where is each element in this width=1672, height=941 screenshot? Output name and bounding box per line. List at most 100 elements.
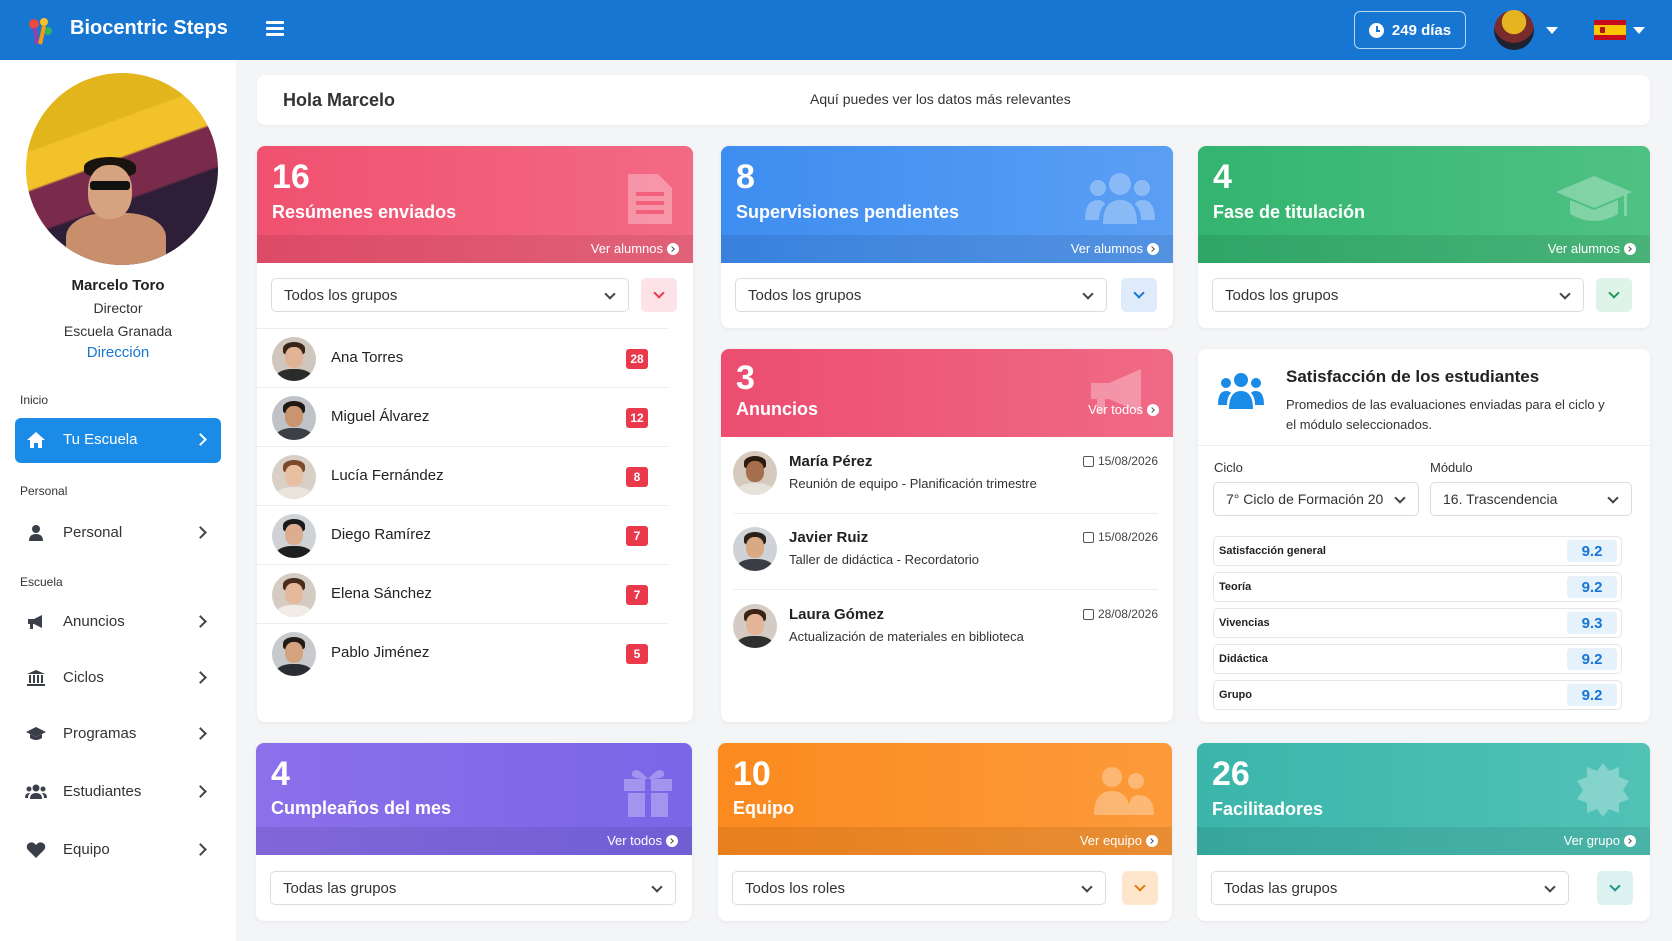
summaries-expand-button[interactable]: [641, 278, 677, 312]
announcement-date-value: 28/08/2026: [1097, 607, 1158, 621]
graduation-view-students-link[interactable]: Ver alumnos: [1548, 241, 1636, 256]
arrow-circle-icon: [1146, 834, 1158, 847]
sidebar-item-personal[interactable]: Personal: [15, 511, 221, 556]
chevron-down-icon: [1394, 492, 1406, 504]
users-icon: [25, 782, 47, 802]
menu-toggle-icon[interactable]: [266, 21, 284, 37]
summaries-link-label: Ver alumnos: [590, 241, 663, 256]
team-expand-button[interactable]: [1122, 871, 1158, 905]
sidebar-item-equipo[interactable]: Equipo: [15, 828, 221, 873]
announcements-link-label: Ver todos: [1088, 402, 1143, 417]
summaries-card-header: 16 Resúmenes enviados Ver alumnos: [257, 146, 693, 263]
user-menu-chevron-icon[interactable]: [1546, 27, 1558, 34]
facilitators-view-group-link[interactable]: Ver grupo: [1564, 833, 1636, 848]
avatar: [733, 451, 777, 495]
gift-icon: [624, 770, 672, 817]
ciclo-select[interactable]: 7° Ciclo de Formación 20: [1213, 482, 1419, 516]
chevron-down-icon: [1608, 287, 1620, 299]
student-row[interactable]: Elena Sánchez 7: [257, 564, 668, 623]
document-icon: [628, 174, 672, 224]
student-name: Miguel Álvarez: [331, 408, 430, 425]
chevron-down-icon: [1607, 492, 1619, 504]
sidebar-item-label: Programas: [63, 725, 137, 742]
announcements-title: Anuncios: [736, 399, 819, 419]
institution-icon: [25, 668, 47, 688]
summaries-group-select[interactable]: Todos los grupos: [271, 278, 629, 312]
metric-value: 9.3: [1567, 612, 1617, 634]
graduation-count: 4: [1213, 158, 1232, 196]
birthdays-group-select[interactable]: Todas las grupos: [270, 871, 676, 905]
modulo-label: Módulo: [1430, 460, 1473, 475]
arrow-circle-icon: [1624, 242, 1636, 255]
section-label-inicio: Inicio: [20, 393, 49, 407]
arrow-circle-icon: [1624, 834, 1636, 847]
avatar: [272, 455, 316, 499]
graduation-card-header: 4 Fase de titulación Ver alumnos: [1198, 146, 1650, 263]
sidebar: Marcelo Toro Director Escuela Granada Di…: [0, 60, 236, 941]
modulo-select[interactable]: 16. Trascendencia: [1430, 482, 1632, 516]
metric-label: Vivencias: [1219, 617, 1270, 629]
chevron-down-icon: [651, 881, 663, 893]
logo-icon: [29, 18, 52, 45]
language-flag-icon[interactable]: [1594, 20, 1626, 40]
team-title: Equipo: [733, 798, 794, 818]
team-role-select[interactable]: Todos los roles: [732, 871, 1106, 905]
chevron-right-icon: [194, 785, 207, 798]
satisfaction-card: Satisfacción de los estudiantes Promedio…: [1198, 349, 1650, 722]
announcements-card: 3 Anuncios Ver todos María Pérez Reunión…: [721, 349, 1173, 722]
clock-icon: [1368, 22, 1384, 38]
metric-value: 9.2: [1567, 576, 1617, 598]
birthdays-view-all-link[interactable]: Ver todos: [607, 833, 678, 848]
student-row[interactable]: Pablo Jiménez 5: [257, 623, 668, 682]
announcement-item[interactable]: Laura Gómez Actualización de materiales …: [721, 592, 1173, 664]
summaries-view-students-link[interactable]: Ver alumnos: [591, 241, 679, 256]
facilitators-expand-button[interactable]: [1597, 871, 1633, 905]
announcement-item[interactable]: Javier Ruiz Taller de didáctica - Record…: [721, 515, 1173, 587]
student-row[interactable]: Ana Torres 28: [257, 328, 668, 387]
student-row[interactable]: Miguel Álvarez 12: [257, 387, 668, 446]
summaries-title: Resúmenes enviados: [272, 202, 457, 222]
profile-department-link[interactable]: Dirección: [0, 344, 236, 361]
sidebar-item-anuncios[interactable]: Anuncios: [15, 600, 221, 645]
users-icon: [1085, 173, 1155, 224]
student-count-badge: 7: [626, 526, 648, 546]
metric-row-general: Satisfacción general 9.2: [1213, 536, 1622, 566]
graduation-expand-button[interactable]: [1596, 278, 1632, 312]
sidebar-item-label: Equipo: [63, 841, 110, 858]
user-avatar[interactable]: [1494, 10, 1534, 50]
chevron-right-icon: [194, 526, 207, 539]
supervisions-group-select-value: Todos los grupos: [748, 286, 862, 304]
sidebar-item-ciclos[interactable]: Ciclos: [15, 656, 221, 701]
chevron-right-icon: [194, 671, 207, 684]
student-row[interactable]: Lucía Fernández 8: [257, 446, 668, 505]
days-counter-button[interactable]: 249 días: [1354, 11, 1466, 49]
language-chevron-icon[interactable]: [1633, 27, 1645, 34]
supervisions-view-students-link[interactable]: Ver alumnos: [1071, 241, 1159, 256]
supervisions-group-select[interactable]: Todos los grupos: [735, 278, 1107, 312]
sidebar-item-label: Estudiantes: [63, 783, 142, 800]
birthdays-count: 4: [271, 755, 290, 793]
graduation-group-select[interactable]: Todos los grupos: [1212, 278, 1584, 312]
avatar: [733, 527, 777, 571]
divider: [733, 513, 1158, 514]
facilitators-group-select[interactable]: Todas las grupos: [1211, 871, 1569, 905]
announcement-date-value: 15/08/2026: [1097, 454, 1158, 468]
sidebar-item-programas[interactable]: Programas: [15, 712, 221, 757]
days-label: 249 días: [1391, 21, 1452, 39]
satisfaction-title: Satisfacción de los estudiantes: [1286, 367, 1540, 386]
metric-row-grupo: Grupo 9.2: [1213, 680, 1622, 710]
metric-value: 9.2: [1567, 540, 1617, 562]
sidebar-item-estudiantes[interactable]: Estudiantes: [15, 770, 221, 815]
team-view-link[interactable]: Ver equipo: [1080, 833, 1158, 848]
announcement-item[interactable]: María Pérez Reunión de equipo - Planific…: [721, 439, 1173, 511]
arrow-circle-icon: [667, 242, 679, 255]
announcement-text: Reunión de equipo - Planificación trimes…: [789, 476, 1037, 491]
ciclo-label: Ciclo: [1214, 460, 1243, 475]
announcements-view-all-link[interactable]: Ver todos: [1088, 402, 1159, 417]
brand-name[interactable]: Biocentric Steps: [70, 17, 228, 40]
sidebar-item-label: Personal: [63, 524, 123, 541]
sidebar-item-tu-escuela[interactable]: Tu Escuela: [15, 418, 221, 463]
student-row[interactable]: Diego Ramírez 7: [257, 505, 668, 564]
avatar: [272, 396, 316, 440]
supervisions-expand-button[interactable]: [1121, 278, 1157, 312]
